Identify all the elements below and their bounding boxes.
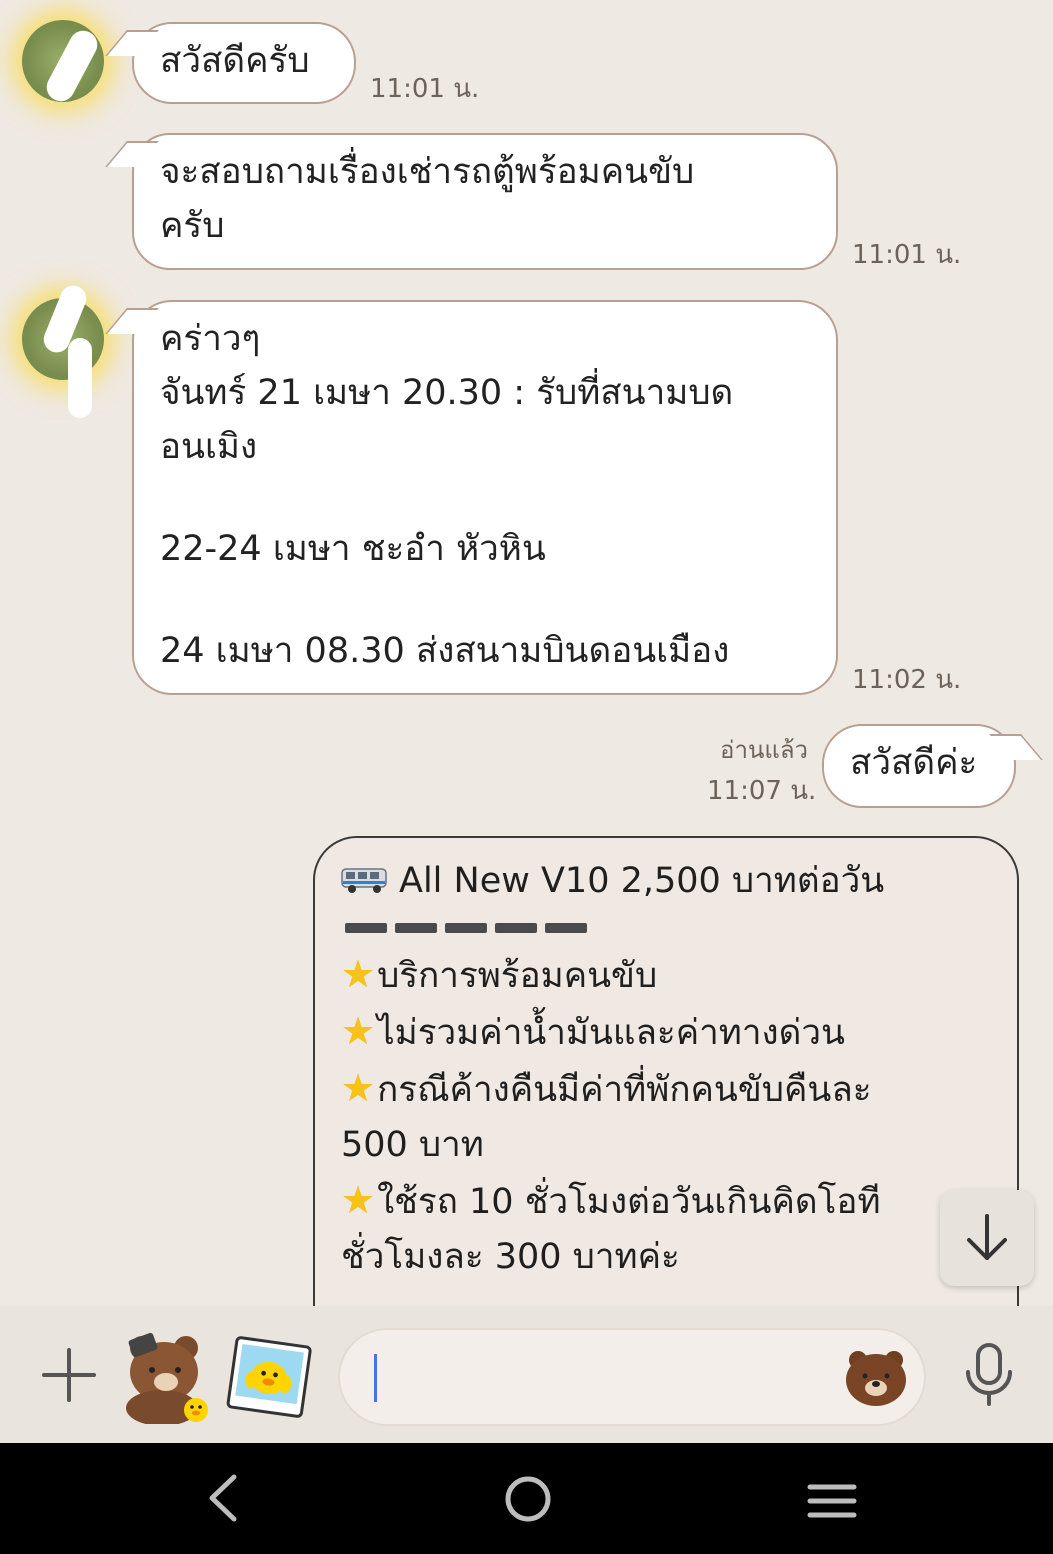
plus-button[interactable] xyxy=(40,1346,98,1404)
message-input[interactable] xyxy=(338,1328,926,1426)
photo-sticker-button[interactable] xyxy=(226,1336,312,1420)
text-cursor xyxy=(374,1354,377,1402)
message-text: คร่าวๆ xyxy=(160,319,261,359)
van-icon xyxy=(341,856,389,893)
star-icon: ★ xyxy=(341,1009,376,1053)
message-text: อนเมิง xyxy=(160,427,258,467)
rental-info-message[interactable]: All New V10 2,500 บาทต่อวัน ★บริการพร้อม… xyxy=(313,836,1019,1306)
divider-dash xyxy=(545,923,587,933)
sticker-button[interactable] xyxy=(116,1324,212,1426)
incoming-message-bubble[interactable]: คร่าวๆ จันทร์ 21 เมษา 20.30 : รับที่สนาม… xyxy=(132,300,838,695)
message-timestamp: 11:07 น. xyxy=(707,776,817,806)
recents-button[interactable] xyxy=(806,1481,858,1525)
divider-dash xyxy=(345,923,387,933)
message-timestamp: 11:01 น. xyxy=(370,74,480,104)
recents-icon xyxy=(807,1484,857,1518)
message-text: จันทร์ 21 เมษา 20.30 : รับที่สนามบด xyxy=(160,373,734,413)
contact-avatar[interactable] xyxy=(22,281,104,418)
incoming-message-bubble[interactable]: จะสอบถามเรื่องเช่ารถตู้พร้อมคนขับ ครับ xyxy=(132,133,838,270)
message-text: ครับ xyxy=(160,206,225,246)
divider-dash xyxy=(395,923,437,933)
avatar-stroke xyxy=(41,25,103,107)
plus-icon xyxy=(42,1348,96,1402)
voice-input-button[interactable] xyxy=(960,1342,1018,1408)
arrow-down-icon xyxy=(967,1214,1007,1260)
back-icon xyxy=(209,1474,237,1522)
card-bullet-line: ★กรณีค้างคืนมีค่าที่พักคนขับคืนละ xyxy=(341,1061,991,1118)
card-bullet-text: บริการพร้อมคนขับ xyxy=(377,956,658,996)
system-navigation-bar xyxy=(0,1443,1053,1554)
message-timestamp: 11:02 น. xyxy=(852,665,962,695)
card-bullet-line: ★ใช้รถ 10 ชั่วโมงต่อวันเกินคิดโอที xyxy=(341,1173,991,1230)
contact-avatar[interactable] xyxy=(22,20,104,107)
card-bullet-text: ใช้รถ 10 ชั่วโมงต่อวันเกินคิดโอที xyxy=(377,1182,881,1222)
card-title-line: All New V10 2,500 บาทต่อวัน xyxy=(341,854,991,909)
chat-area[interactable]: สวัสดีครับ 11:01 น. จะสอบถามเรื่องเช่ารถ… xyxy=(0,0,1053,1306)
message-timestamp: 11:01 น. xyxy=(852,240,962,270)
message-text: 24 เมษา 08.30 ส่งสนามบินดอนเมือง xyxy=(160,631,730,671)
star-icon: ★ xyxy=(341,952,376,996)
card-bullet-line: ★บริการพร้อมคนขับ xyxy=(341,947,991,1004)
card-title: All New V10 2,500 บาทต่อวัน xyxy=(399,861,885,901)
card-bullet-text: ไม่รวมค่าน้ำมันและค่าทางด่วน xyxy=(377,1013,845,1053)
message-text: 22-24 เมษา ชะอำ หัวหิน xyxy=(160,529,546,569)
read-receipt: อ่านแล้ว xyxy=(720,736,808,764)
scroll-to-bottom-button[interactable] xyxy=(940,1190,1034,1286)
star-icon: ★ xyxy=(341,1178,376,1222)
emoji-bear-icon xyxy=(846,1351,906,1406)
sticker-sally-photo-icon xyxy=(226,1336,312,1418)
message-text: สวัสดีครับ xyxy=(160,41,310,81)
home-icon xyxy=(505,1476,551,1522)
message-input-bar xyxy=(0,1306,1053,1443)
outgoing-message-bubble[interactable]: สวัสดีค่ะ xyxy=(822,724,1016,808)
incoming-message-bubble[interactable]: สวัสดีครับ xyxy=(132,22,356,104)
sticker-brown-icon xyxy=(126,1332,208,1426)
star-icon: ★ xyxy=(341,1066,376,1110)
message-text: จะสอบถามเรื่องเช่ารถตู้พร้อมคนขับ xyxy=(160,152,695,192)
card-text-line: ชั่วโมงละ 300 บาทค่ะ xyxy=(341,1237,680,1277)
home-button[interactable] xyxy=(504,1475,552,1527)
card-bullet-line: ★ไม่รวมค่าน้ำมันและค่าทางด่วน xyxy=(341,1004,991,1061)
divider-dash xyxy=(495,923,537,933)
card-text-line: 500 บาท xyxy=(341,1125,484,1165)
message-text: สวัสดีค่ะ xyxy=(850,743,978,783)
microphone-icon xyxy=(966,1343,1012,1406)
divider-dash xyxy=(445,923,487,933)
card-bullet-text: กรณีค้างคืนมีค่าที่พักคนขับคืนละ xyxy=(377,1070,872,1110)
back-button[interactable] xyxy=(200,1473,246,1527)
divider-line xyxy=(341,909,991,947)
emoji-button[interactable] xyxy=(844,1346,908,1408)
avatar-stroke xyxy=(68,338,92,418)
